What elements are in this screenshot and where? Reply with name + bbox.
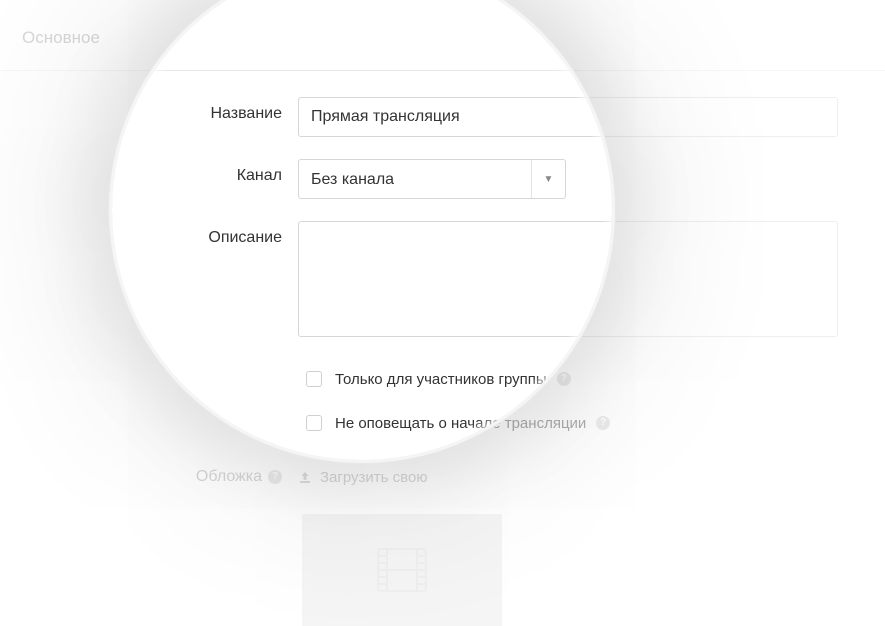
cover-label-wrap: Обложка ? [0, 468, 298, 486]
name-input[interactable] [298, 97, 838, 137]
name-label: Название [0, 97, 298, 123]
description-label: Описание [0, 221, 298, 247]
section-title: Основное [22, 28, 100, 47]
row-members-only: Только для участников группы ? [302, 368, 885, 390]
film-icon [377, 548, 427, 592]
help-icon[interactable]: ? [268, 470, 282, 484]
upload-icon [298, 470, 312, 484]
description-textarea[interactable] [298, 221, 838, 337]
cover-label: Обложка [196, 468, 262, 486]
upload-cover-button[interactable]: Загрузить свою [298, 469, 428, 486]
help-icon[interactable]: ? [557, 372, 571, 386]
section-header: Основное [0, 0, 885, 71]
no-notify-checkbox[interactable] [306, 415, 322, 431]
upload-cover-label: Загрузить свою [320, 469, 428, 486]
settings-form: Название Канал Без канала ▼ Описание Тол… [0, 71, 885, 626]
row-no-notify: Не оповещать о начале трансляции ? [302, 412, 885, 434]
members-only-checkbox[interactable] [306, 371, 322, 387]
row-name: Название [0, 97, 885, 137]
help-icon[interactable]: ? [596, 416, 610, 430]
row-cover: Обложка ? Загрузить свою [0, 468, 885, 486]
cover-thumbnail-placeholder[interactable] [302, 514, 502, 626]
row-channel: Канал Без канала ▼ [0, 159, 885, 199]
no-notify-label[interactable]: Не оповещать о начале трансляции [335, 415, 586, 432]
channel-label: Канал [0, 159, 298, 185]
row-description: Описание [0, 221, 885, 342]
members-only-label[interactable]: Только для участников группы [335, 371, 547, 388]
channel-select[interactable]: Без канала [298, 159, 566, 199]
